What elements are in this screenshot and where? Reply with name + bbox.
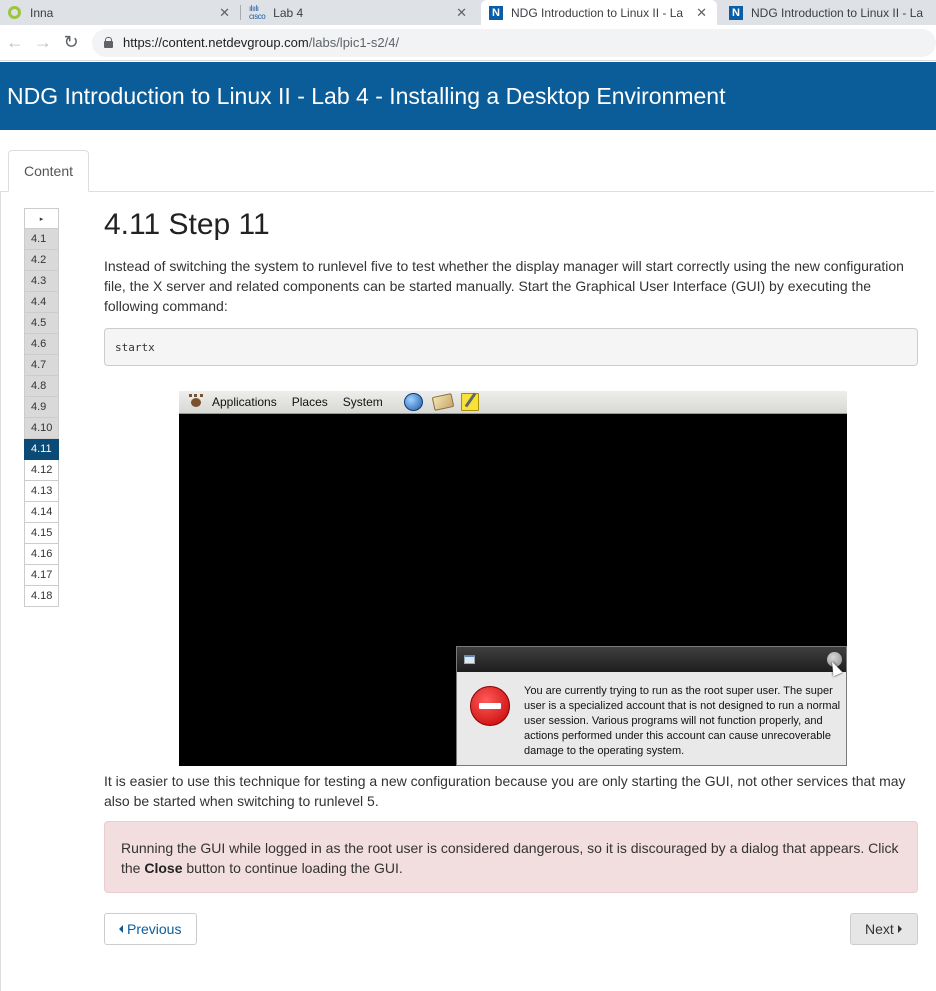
forward-icon[interactable]: → <box>30 30 56 56</box>
address-bar: ← → ↻ https://content.netdevgroup.com/la… <box>0 25 936 61</box>
previous-label: Previous <box>127 921 182 937</box>
menu-applications: Applications <box>212 395 277 409</box>
sidebar-item-step[interactable]: 4.9 <box>24 397 59 418</box>
intro-paragraph: Instead of switching the system to runle… <box>104 258 904 314</box>
sidebar-item-step[interactable]: 4.8 <box>24 376 59 397</box>
dialog-message: You are currently trying to run as the r… <box>524 685 841 757</box>
sidebar-item-step[interactable]: 4.5 <box>24 313 59 334</box>
url-path: /labs/lpic1-s2/4/ <box>308 35 400 50</box>
sidebar-item-step[interactable]: 4.13 <box>24 481 59 502</box>
gui-screenshot: Applications Places System You are curre… <box>179 391 847 766</box>
sidebar-item-step[interactable]: 4.6 <box>24 334 59 355</box>
gnome-panel: Applications Places System <box>179 391 847 414</box>
tab-title: NDG Introduction to Linux II - La <box>751 5 924 20</box>
url-input[interactable]: https://content.netdevgroup.com/labs/lpi… <box>92 28 936 57</box>
dialog-titlebar <box>457 647 846 677</box>
sidebar-item-step[interactable]: 4.12 <box>24 460 59 481</box>
sidebar-item-step[interactable]: 4.10 <box>24 418 59 439</box>
main-content: 4.11 Step 11 Instead of switching the sy… <box>104 204 918 366</box>
menu-system: System <box>342 395 383 409</box>
ndg-icon: N <box>489 5 503 20</box>
page-header: NDG Introduction to Linux II - Lab 4 - I… <box>0 62 936 130</box>
command-block: startx <box>104 328 918 366</box>
sidebar-item-step[interactable]: 4.18 <box>24 586 59 607</box>
sidebar-item-step[interactable]: 4.11 <box>24 439 59 460</box>
url-host: https://content.netdevgroup.com <box>123 35 309 50</box>
browser-tab-ndg-2[interactable]: N NDG Introduction to Linux II - La <box>721 0 936 25</box>
alert-close-label: Close <box>144 860 183 876</box>
close-icon[interactable]: ✕ <box>696 5 707 21</box>
sidebar-item-step[interactable]: 4.2 <box>24 250 59 271</box>
lock-icon <box>104 37 113 48</box>
warning-alert: Running the GUI while logged in as the r… <box>104 821 918 893</box>
close-icon[interactable]: ✕ <box>456 5 467 21</box>
reload-icon[interactable]: ↻ <box>58 30 84 56</box>
mail-icon <box>431 393 455 411</box>
circle-icon <box>8 6 21 19</box>
next-button[interactable]: Next <box>850 913 918 945</box>
caret-right-icon <box>897 925 902 933</box>
sidebar-item-step[interactable]: 4.4 <box>24 292 59 313</box>
sidebar-item-step[interactable]: 4.7 <box>24 355 59 376</box>
next-label: Next <box>865 921 894 937</box>
close-icon[interactable]: ✕ <box>219 5 230 21</box>
browser-tab-bar: Inna ✕ ılıılı cısco Lab 4 ✕ N NDG Introdu… <box>0 0 936 25</box>
alert-text-end: button to continue loading the GUI. <box>182 860 403 876</box>
sidebar-item-step[interactable]: 4.17 <box>24 565 59 586</box>
window-icon <box>464 655 475 664</box>
root-warning-dialog: You are currently trying to run as the r… <box>456 646 847 766</box>
sidebar-item-step[interactable]: 4.1 <box>24 229 59 250</box>
step-title: 4.11 Step 11 <box>104 208 270 241</box>
caret-left-icon <box>119 925 123 933</box>
sidebar-item-step[interactable]: 4.3 <box>24 271 59 292</box>
menu-places: Places <box>291 395 328 409</box>
notes-icon <box>460 393 479 411</box>
tab-title: Inna <box>30 5 54 20</box>
browser-tab-inna[interactable]: Inna ✕ <box>0 0 240 25</box>
tab-content[interactable]: Content <box>8 150 89 192</box>
browser-tab-lab4[interactable]: ılıılı cısco Lab 4 ✕ <box>241 0 477 25</box>
step-navigation: ▸ 4.1 4.2 4.3 4.4 4.5 4.6 4.7 4.8 4.9 4.10 4.11 4.1… <box>24 208 59 607</box>
sidebar-item-step[interactable]: 4.14 <box>24 502 59 523</box>
tab-title: NDG Introduction to Linux II - La <box>511 5 684 20</box>
web-browser-icon <box>403 393 423 411</box>
cisco-icon: ılıılı cısco <box>249 3 266 21</box>
stop-icon <box>470 686 510 726</box>
sidebar-item-step[interactable]: 4.15 <box>24 523 59 544</box>
after-paragraph: It is easier to use this technique for t… <box>104 773 906 809</box>
sidebar-item-step[interactable]: 4.16 <box>24 544 59 565</box>
page-title: NDG Introduction to Linux II - Lab 4 - I… <box>7 82 726 109</box>
gnome-foot-icon <box>187 394 205 410</box>
ndg-icon: N <box>729 5 743 20</box>
previous-button[interactable]: Previous <box>104 913 197 945</box>
tab-title: Lab 4 <box>273 5 304 20</box>
sidebar-toggle-icon[interactable]: ▸ <box>24 208 59 229</box>
back-icon[interactable]: ← <box>2 30 28 56</box>
browser-tab-active[interactable]: N NDG Introduction to Linux II - La ✕ <box>481 0 717 25</box>
